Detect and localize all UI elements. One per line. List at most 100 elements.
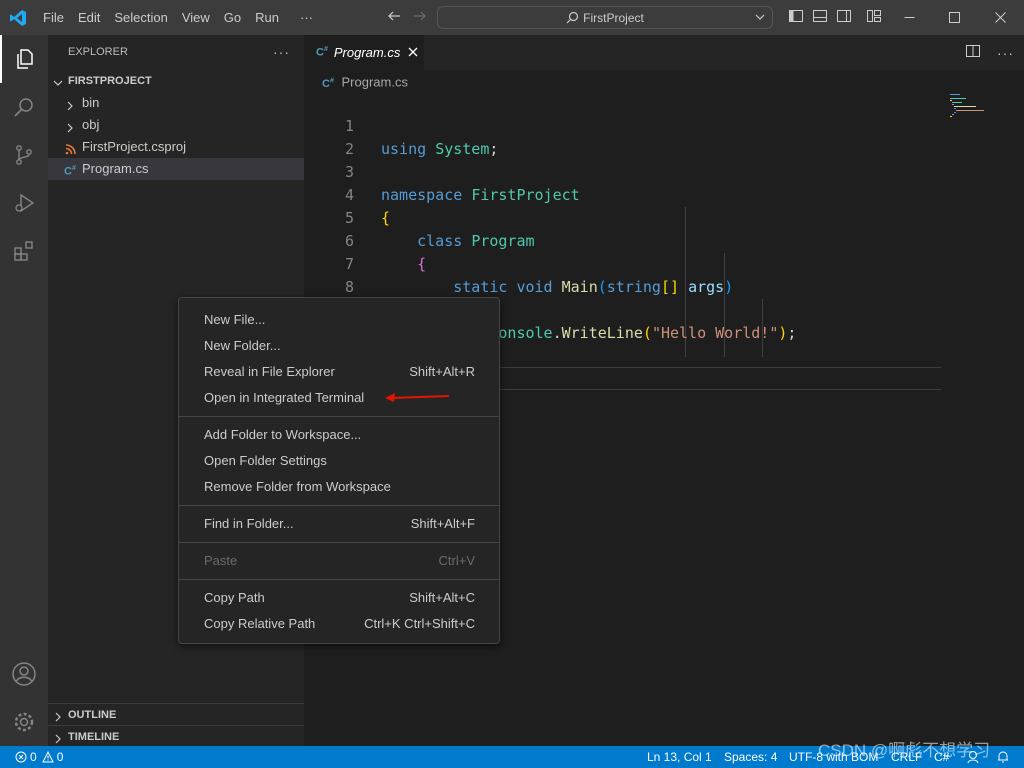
- menu-item-label: Add Folder to Workspace...: [204, 427, 362, 442]
- outline-label: OUTLINE: [68, 709, 117, 721]
- csharp-file-icon: C#: [316, 46, 328, 59]
- menu-item-label: Remove Folder from Workspace: [204, 479, 391, 494]
- menu-more[interactable]: ···: [286, 0, 320, 35]
- toggle-primary-sidebar-icon[interactable]: [788, 8, 804, 27]
- back-arrow-icon[interactable]: [386, 8, 402, 27]
- menu-item-open-folder-settings[interactable]: Open Folder Settings: [179, 448, 499, 474]
- tree-item-csproj[interactable]: FirstProject.csproj: [48, 136, 304, 158]
- code-line[interactable]: 1 using System;: [304, 92, 944, 158]
- tree-item-program-cs[interactable]: C# Program.cs: [48, 158, 304, 180]
- command-center-search[interactable]: FirstProject: [437, 6, 773, 29]
- project-folder-header[interactable]: FIRSTPROJECT: [48, 70, 304, 92]
- warning-icon: [41, 751, 54, 763]
- code-line[interactable]: 6 {: [304, 207, 944, 273]
- tree-item-bin[interactable]: bin: [48, 92, 304, 114]
- code-line[interactable]: 9 Console.WriteLine("Hello World!");: [304, 276, 944, 342]
- search-icon: [566, 11, 579, 24]
- cursor-position[interactable]: Ln 13, Col 1: [647, 746, 712, 768]
- tree-item-label: obj: [82, 117, 100, 132]
- accounts-icon[interactable]: [0, 650, 48, 698]
- menu-separator: [179, 542, 499, 543]
- source-control-icon[interactable]: [0, 131, 48, 179]
- menu-item-remove-folder[interactable]: Remove Folder from Workspace: [179, 474, 499, 500]
- explorer-title-text: EXPLORER: [68, 46, 128, 58]
- tab-program-cs[interactable]: C# Program.cs: [304, 35, 424, 70]
- timeline-section[interactable]: TIMELINE: [48, 725, 304, 747]
- menu-item-reveal-in-explorer[interactable]: Reveal in File Explorer Shift+Alt+R: [179, 359, 499, 385]
- chevron-down-icon[interactable]: [754, 11, 766, 26]
- menu-item-label: Find in Folder...: [204, 516, 294, 531]
- code-line[interactable]: 2: [304, 115, 944, 158]
- minimize-button[interactable]: [886, 0, 932, 35]
- menu-view[interactable]: View: [175, 0, 217, 35]
- menu-selection[interactable]: Selection: [107, 0, 174, 35]
- menu-item-new-folder[interactable]: New Folder...: [179, 333, 499, 359]
- menu-item-shortcut: Shift+Alt+F: [410, 516, 475, 531]
- csharp-file-icon: C#: [64, 165, 76, 178]
- menu-item-label: Open in Integrated Terminal: [204, 390, 365, 405]
- tree-item-label: FirstProject.csproj: [82, 139, 187, 154]
- menu-item-paste: Paste Ctrl+V: [179, 548, 499, 574]
- close-tab-icon[interactable]: [408, 45, 418, 60]
- menu-item-shortcut: Ctrl+K Ctrl+Shift+C: [364, 616, 475, 631]
- menu-item-open-in-terminal[interactable]: Open in Integrated Terminal: [179, 385, 499, 411]
- vscode-logo-icon: [0, 0, 35, 35]
- more-actions-icon[interactable]: ···: [273, 35, 290, 70]
- forward-arrow-icon[interactable]: [412, 8, 428, 27]
- context-menu: New File... New Folder... Reveal in File…: [178, 297, 500, 644]
- search-icon[interactable]: [0, 83, 48, 131]
- tab-bar: C# Program.cs ···: [304, 35, 1024, 70]
- settings-gear-icon[interactable]: [0, 698, 48, 746]
- menu-item-label: Open Folder Settings: [204, 453, 327, 468]
- menu-file[interactable]: File: [35, 0, 71, 35]
- menu-item-new-file[interactable]: New File...: [179, 307, 499, 333]
- watermark-text: CSDN @啊彪不想学习: [818, 741, 991, 760]
- menu-item-find-in-folder[interactable]: Find in Folder... Shift+Alt+F: [179, 511, 499, 537]
- minimap[interactable]: [944, 92, 1024, 742]
- more-actions-icon[interactable]: ···: [997, 45, 1014, 61]
- code-line[interactable]: 5 class Program: [304, 184, 944, 250]
- explorer-icon[interactable]: [0, 35, 48, 83]
- indentation-setting[interactable]: Spaces: 4: [724, 746, 777, 768]
- maximize-button[interactable]: [931, 0, 977, 35]
- problems-indicator[interactable]: 0 0: [15, 746, 63, 768]
- breadcrumb[interactable]: C# Program.cs: [304, 70, 1024, 92]
- menu-item-label: New Folder...: [204, 338, 281, 353]
- code-line[interactable]: 4 {: [304, 161, 944, 227]
- warning-count: 0: [56, 750, 64, 764]
- menu-run[interactable]: Run: [248, 0, 286, 35]
- toggle-secondary-sidebar-icon[interactable]: [836, 8, 852, 27]
- menu-edit[interactable]: Edit: [71, 0, 107, 35]
- code-line[interactable]: 8 {: [304, 253, 944, 319]
- menu-item-copy-relative-path[interactable]: Copy Relative Path Ctrl+K Ctrl+Shift+C: [179, 611, 499, 637]
- tree-item-label: bin: [82, 95, 100, 110]
- menu-separator: [179, 505, 499, 506]
- close-window-button[interactable]: [977, 0, 1023, 35]
- menu-item-add-folder-to-workspace[interactable]: Add Folder to Workspace...: [179, 422, 499, 448]
- tab-label: Program.cs: [333, 45, 401, 60]
- title-bar: File Edit Selection View Go Run ··· Firs…: [0, 0, 1024, 35]
- menu-go[interactable]: Go: [217, 0, 248, 35]
- menu-item-label: Paste: [204, 553, 238, 568]
- customize-layout-icon[interactable]: [866, 8, 882, 27]
- code-line[interactable]: 7 static void Main(string[] args): [304, 230, 944, 296]
- menu-item-label: Copy Path: [204, 590, 265, 605]
- menu-item-shortcut: Shift+Alt+R: [409, 364, 475, 379]
- menu-item-shortcut: Shift+Alt+C: [409, 590, 475, 605]
- timeline-label: TIMELINE: [68, 731, 120, 743]
- extensions-icon[interactable]: [0, 227, 48, 275]
- command-center-text: FirstProject: [583, 10, 644, 25]
- run-debug-icon[interactable]: [0, 179, 48, 227]
- activity-bar: [0, 35, 48, 746]
- menu-item-copy-path[interactable]: Copy Path Shift+Alt+C: [179, 585, 499, 611]
- menu-separator: [179, 416, 499, 417]
- divider: [494, 367, 941, 368]
- menu-item-label: New File...: [204, 312, 266, 327]
- tree-item-obj[interactable]: obj: [48, 114, 304, 136]
- outline-section[interactable]: OUTLINE: [48, 703, 304, 725]
- menu-separator: [179, 579, 499, 580]
- toggle-panel-icon[interactable]: [812, 8, 828, 27]
- notifications-bell-icon[interactable]: [996, 746, 1010, 768]
- code-line[interactable]: 3 namespace FirstProject: [304, 138, 944, 204]
- split-editor-icon[interactable]: [965, 43, 981, 62]
